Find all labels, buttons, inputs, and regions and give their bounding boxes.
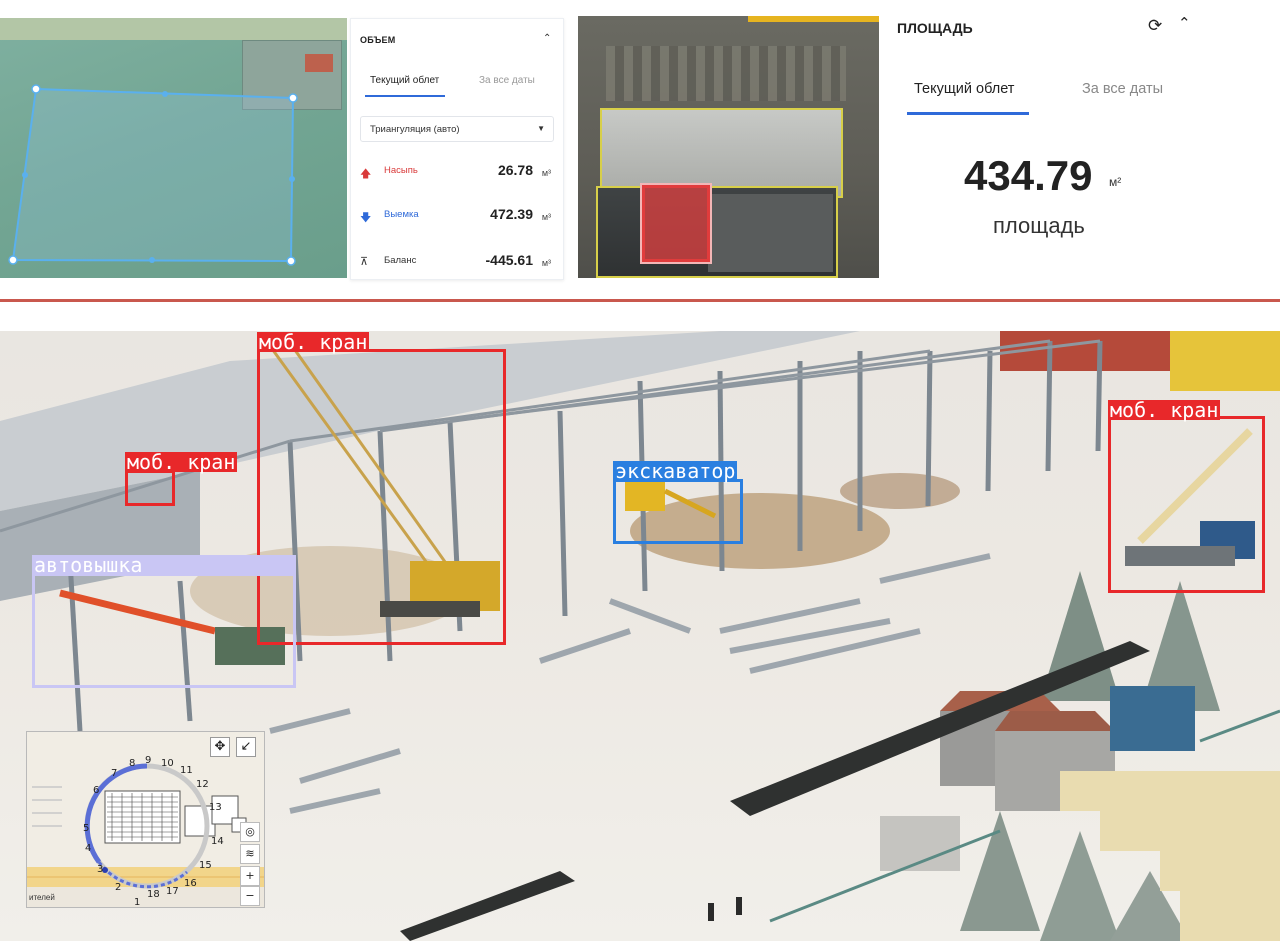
area-unit: м² [1109,175,1122,189]
arrow-down-icon: 🡇 [360,212,372,224]
area-selection[interactable] [640,183,712,264]
area-value: 434.79 [964,152,1093,199]
detection-box-crane-2[interactable] [125,470,175,506]
fill-unit: м³ [541,168,551,178]
detection-label-aerial-lift: автовышка [32,555,296,575]
balance-label: Баланс [384,255,417,266]
roof-light [600,108,843,198]
caret-down-icon: ▼ [537,124,545,133]
minimap-num-5: 5 [83,823,90,834]
minimap-num-3: 3 [97,864,104,875]
minimap[interactable]: 1 2 3 4 5 6 7 8 9 10 11 12 13 14 15 16 1… [26,731,265,908]
volume-title: ОБЪЕМ [360,35,396,45]
area-panel: ПЛОЩАДЬ ⟳ ⌃ Текущий облет За все даты 43… [880,0,1280,282]
tab-all-dates[interactable]: За все даты [1082,81,1163,97]
fill-label: Насыпь [384,165,418,176]
balance-unit: м³ [541,258,551,268]
minimap-num-10: 10 [161,758,174,769]
detection-box-crane-3[interactable] [1108,416,1265,593]
detection-label-crane-3: моб. кран [1108,398,1221,422]
minimap-num-8: 8 [129,758,136,769]
detection-box-excavator[interactable] [613,479,743,544]
tab-current-flight[interactable]: Текущий облет [914,81,1014,97]
zoom-in-button[interactable]: + [240,866,260,886]
minimap-num-17: 17 [166,886,179,897]
area-aerial-image [578,16,879,278]
refresh-icon[interactable]: ⟳ [1148,16,1162,36]
collapse-arrow-icon[interactable]: ↙ [236,737,256,757]
locate-icon[interactable]: ◎ [240,822,260,842]
minimap-num-16: 16 [184,878,197,889]
volume-aerial-image [0,18,347,278]
detection-label-excavator: экскаватор [613,459,738,483]
layers-icon[interactable]: ≋ [240,844,260,864]
crane-boom [748,16,879,22]
chevron-up-icon[interactable]: ⌃ [543,33,551,44]
minimap-num-11: 11 [180,765,193,776]
zoom-out-button[interactable]: − [240,886,260,906]
minimap-num-13: 13 [209,802,222,813]
area-label: площадь [993,213,1085,238]
detection-box-aerial-lift[interactable] [32,573,296,688]
roof-dark-section [708,194,833,272]
tab-all-dates[interactable]: За все даты [479,75,535,86]
minimap-num-7: 7 [111,768,118,779]
volume-polygon[interactable] [0,18,347,278]
minimap-num-12: 12 [196,779,209,790]
minimap-num-9: 9 [145,755,152,766]
minimap-num-15: 15 [199,860,212,871]
active-tab-indicator [365,95,445,97]
tab-current-flight[interactable]: Текущий облет [370,75,439,86]
minimap-num-18: 18 [147,889,160,900]
minimap-num-4: 4 [85,843,92,854]
cut-value: 472.39 [490,206,533,222]
minimap-num-14: 14 [211,836,224,847]
fill-value: 26.78 [497,162,533,178]
minimap-street-label: ителей [29,893,55,902]
minimap-num-6: 6 [93,785,100,796]
arrow-up-icon: 🡅 [360,168,372,180]
section-divider [0,299,1280,302]
move-icon[interactable]: ✥ [210,737,230,757]
page: ОБЪЕМ ⌃ Текущий облет За все даты Трианг… [0,0,1280,941]
volume-panel: ОБЪЕМ ⌃ Текущий облет За все даты Трианг… [350,18,564,280]
site-clutter [606,46,846,101]
balance-icon: ⊼ [360,256,369,268]
minimap-num-1: 1 [134,897,141,908]
method-select[interactable]: Триангуляция (авто) ▼ [360,116,554,142]
detection-label-crane-2: моб. кран [125,450,238,474]
detection-label-crane-1: моб. кран [257,330,370,354]
cut-label: Выемка [384,209,419,220]
method-select-value: Триангуляция (авто) [370,124,460,135]
minimap-num-2: 2 [115,882,122,893]
chevron-up-icon[interactable]: ⌃ [1178,14,1191,32]
active-tab-indicator [907,112,1029,115]
area-title: ПЛОЩАДЬ [897,20,973,36]
cut-unit: м³ [541,212,551,222]
balance-value: -445.61 [485,252,533,268]
